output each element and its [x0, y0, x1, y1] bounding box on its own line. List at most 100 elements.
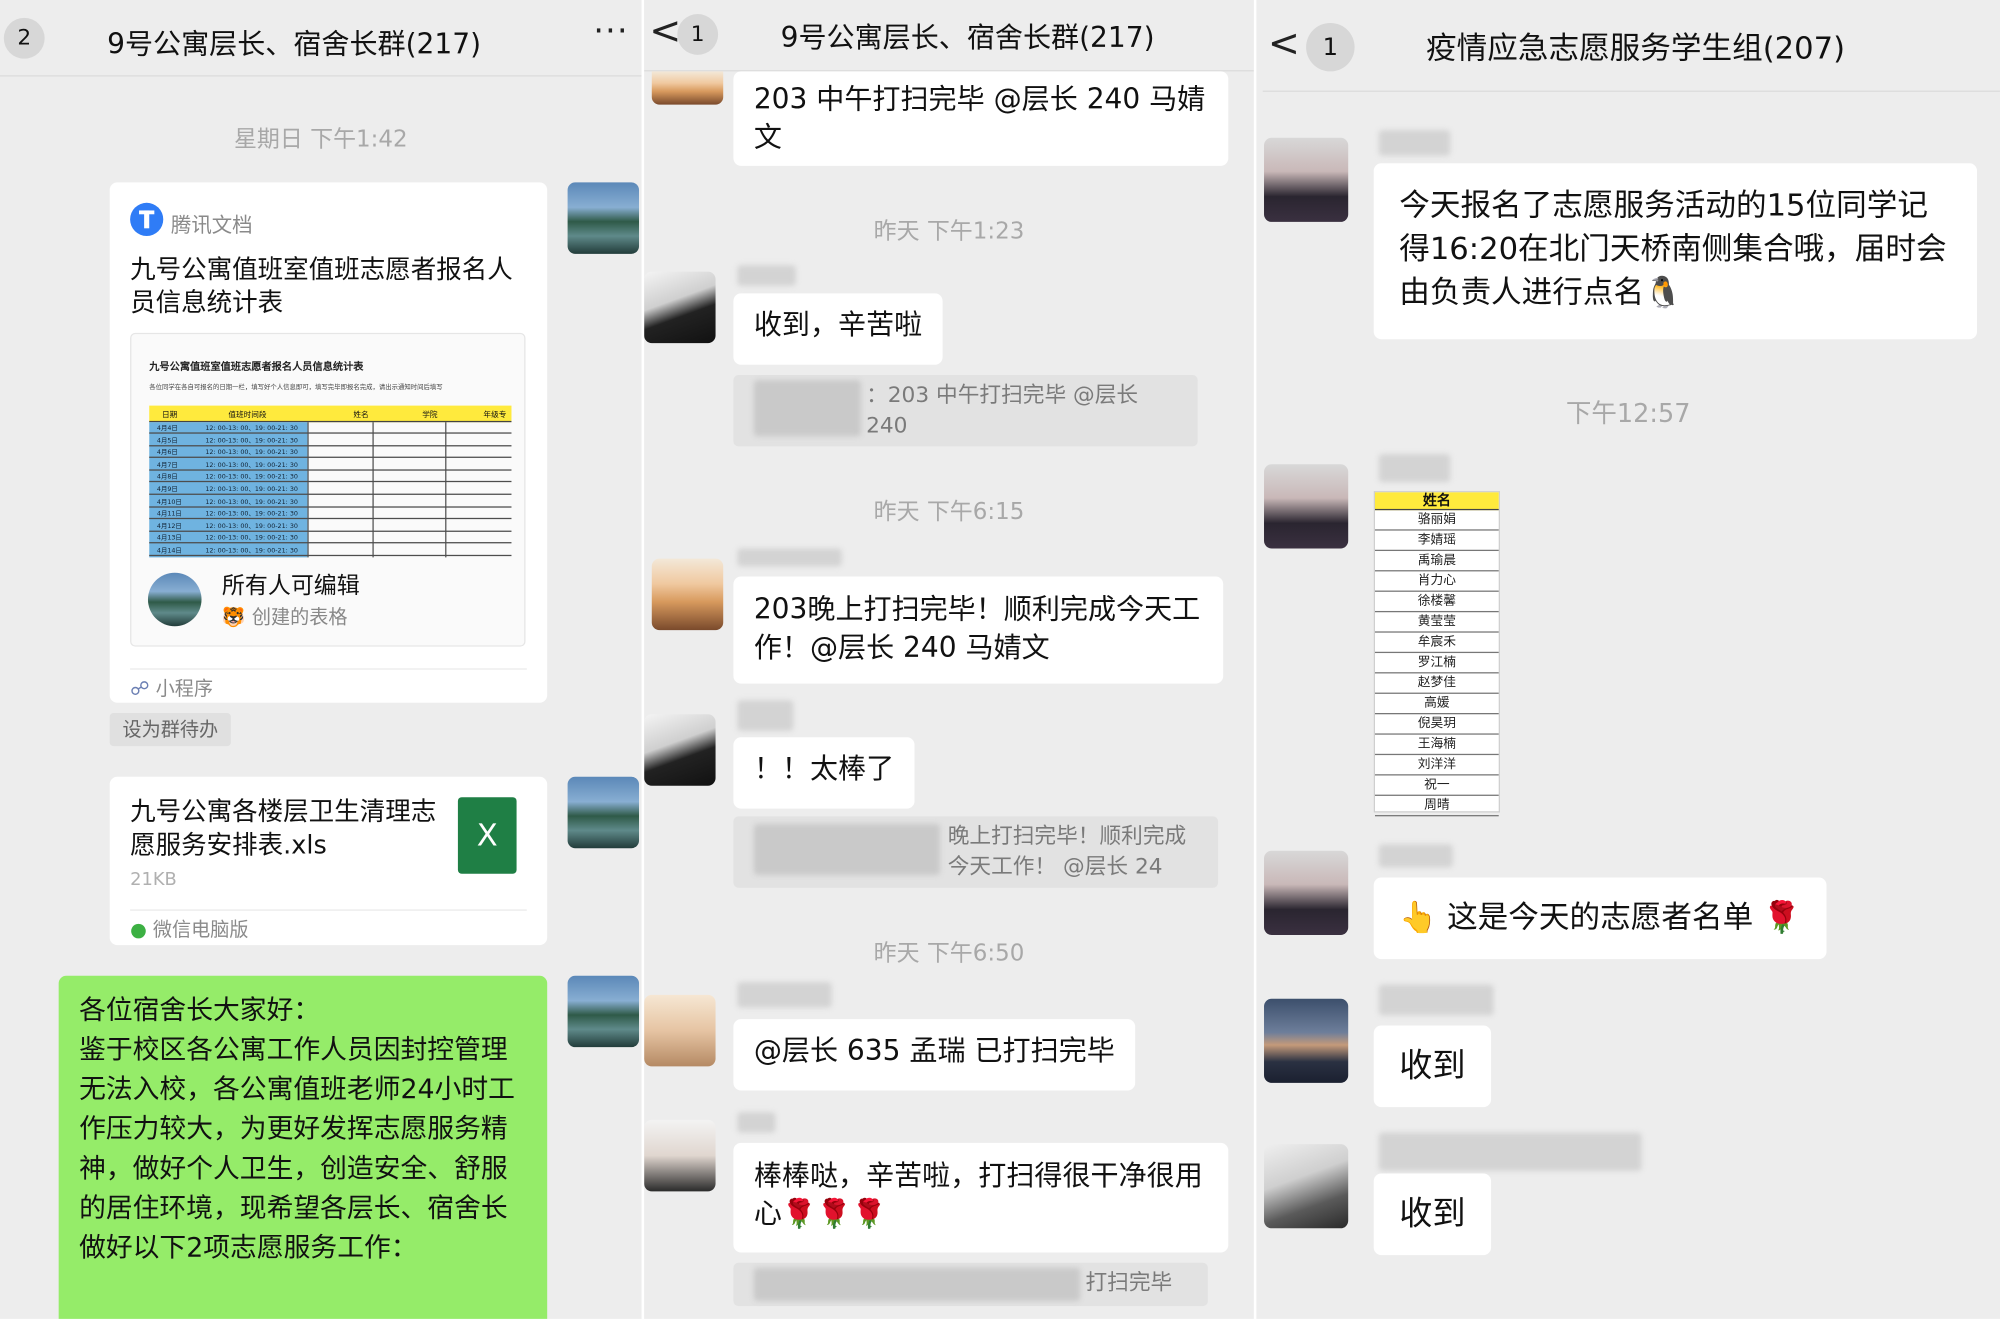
preview-header: 姓名 [353, 410, 369, 420]
member-avatar[interactable] [644, 1119, 716, 1192]
preview-time: 12: 00-13: 00、19: 00-21: 30 [205, 498, 298, 506]
member-avatar[interactable] [1264, 137, 1349, 222]
preview-time: 12: 00-13: 00、19: 00-21: 30 [205, 485, 298, 494]
set-group-todo-button[interactable]: 设为群待办 [109, 713, 231, 747]
more-icon[interactable]: ··· [593, 13, 628, 51]
unread-badge[interactable]: 1 [1306, 22, 1355, 72]
preview-date: 4月10日 [156, 498, 182, 506]
quoted-message[interactable]: ：203 中午打扫完毕 @层长 240 [733, 374, 1198, 447]
chat-panel-1: 2 9号公寓层长、宿舍长群(217) ··· 星期日 下午1:42 腾讯文档 九… [0, 0, 642, 1319]
member-avatar[interactable] [1264, 998, 1349, 1083]
preview-date: 4月6日 [156, 449, 178, 457]
preview-row: 4月13日 12: 00-13: 00、19: 00-21: 30 [149, 532, 512, 544]
back-icon[interactable]: < [1268, 25, 1300, 64]
member-avatar[interactable] [644, 994, 716, 1067]
name-row: 祝一 [1374, 776, 1499, 796]
quoted-text: 晚上打扫完毕！顺利完成今天工作！ @层长 24 [947, 823, 1187, 881]
preview-title: 九号公寓值班室值班志愿者报名人员信息统计表 [149, 360, 364, 373]
source-footer: ● 微信电脑版 [130, 916, 248, 943]
preview-row: 4月5日 12: 00-13: 00、19: 00-21: 30 [149, 434, 512, 446]
preview-header: 学院 [422, 410, 438, 420]
preview-date: 4月13日 [156, 534, 182, 543]
creator-line: 🐯 创建的表格 [222, 603, 348, 630]
preview-header: 年级专 [483, 410, 507, 420]
quoted-message[interactable]: 晚上打扫完毕！顺利完成今天工作！ @层长 24 [733, 816, 1219, 888]
timestamp: 下午12:57 [1565, 397, 1691, 429]
name-row: 周晴 [1374, 796, 1499, 817]
timestamp: 昨天 下午6:15 [873, 498, 1025, 526]
timestamp: 昨天 下午6:50 [873, 940, 1025, 967]
chat-title: 9号公寓层长、宿舍长群(217) [780, 22, 1155, 55]
message-bubble[interactable]: 收到 [1373, 1173, 1492, 1256]
mini-program-label: 小程序 [155, 677, 214, 701]
unread-badge[interactable]: 1 [677, 14, 719, 55]
wechat-icon: ● [130, 918, 147, 942]
member-avatar[interactable] [651, 558, 724, 631]
doc-title: 九号公寓值班室值班志愿者报名人员信息统计表 [130, 253, 513, 318]
timestamp: 昨天 下午1:23 [873, 218, 1025, 245]
member-avatar[interactable] [1264, 850, 1349, 935]
chat-header: < 1 9号公寓层长、宿舍长群(217) [644, 0, 1254, 72]
blurred-sender-name [1378, 844, 1453, 868]
self-avatar[interactable] [567, 776, 640, 849]
preview-time: 12: 00-13: 00、19: 00-21: 30 [205, 449, 298, 457]
preview-row: 4月7日 12: 00-13: 00、19: 00-21: 30 [149, 459, 512, 471]
preview-date: 4月9日 [156, 485, 178, 494]
quoted-message[interactable]: 打扫完毕 [733, 1262, 1208, 1307]
file-size: 21KB [130, 869, 177, 891]
quoted-text: 打扫完毕 [1085, 1270, 1173, 1296]
member-avatar[interactable] [1264, 1144, 1349, 1229]
message-bubble[interactable]: 203 中午打扫完毕 @层长 240 马婧文 [733, 71, 1229, 166]
message-bubble[interactable]: 收到，辛苦啦 [733, 293, 943, 365]
notice-message[interactable]: 各位宿舍长大家好： 鉴于校区各公寓工作人员因封控管理无法入校，各公寓值班老师24… [58, 975, 548, 1319]
message-bubble[interactable]: 203晚上打扫完毕！顺利完成今天工作！@层长 240 马婧文 [733, 576, 1224, 684]
message-bubble[interactable]: 收到 [1373, 1025, 1492, 1108]
preview-date: 4月4日 [156, 424, 178, 433]
member-avatar[interactable] [651, 71, 724, 105]
blurred-quote-name [753, 823, 941, 875]
message-bubble[interactable]: 棒棒哒，辛苦啦，打扫得很干净很用心🌹🌹🌹 [733, 1142, 1229, 1253]
message-bubble[interactable]: 今天报名了志愿服务活动的15位同学记得16:20在北门天桥南侧集合哦，届时会由负… [1373, 163, 1978, 340]
self-avatar[interactable] [567, 975, 640, 1048]
blurred-quote-name [753, 380, 861, 437]
message-bubble[interactable]: 👆 这是今天的志愿者名单 🌹 [1373, 877, 1827, 960]
name-row: 李婧瑶 [1374, 531, 1499, 552]
preview-row: 4月12日 12: 00-13: 00、19: 00-21: 30 [149, 520, 512, 532]
name-row: 倪昊玥 [1374, 714, 1499, 735]
edit-permission: 所有人可编辑 [221, 572, 360, 600]
file-card[interactable]: 九号公寓各楼层卫生清理志愿服务安排表.xls 21KB X ● 微信电脑版 [109, 776, 548, 946]
message-bubble[interactable]: @层长 635 孟瑞 已打扫完毕 [733, 1019, 1136, 1091]
member-avatar[interactable] [644, 271, 716, 344]
name-row: 王海楠 [1374, 735, 1499, 756]
preview-time: 12: 00-13: 00、19: 00-21: 30 [205, 473, 298, 482]
blurred-sender-name [1378, 454, 1451, 483]
tiger-icon: 🐯 [221, 605, 246, 629]
creator-avatar [147, 572, 202, 627]
preview-row: 4月14日 12: 00-13: 00、19: 00-21: 30 [149, 545, 512, 557]
blurred-sender-name [737, 1112, 776, 1133]
volunteer-name-list-image[interactable]: 姓名 骆丽娟 李婧瑶 禹瑜晨 肖力心 徐楼馨 黄莹莹 牟宸禾 罗江楠 赵梦佳 高媛 倪昊玥 王海楠 刘洋… [1373, 491, 1500, 817]
self-avatar[interactable] [567, 182, 640, 254]
preview-row: 4月10日 12: 00-13: 00、19: 00-21: 30 [149, 496, 512, 508]
unread-badge[interactable]: 2 [3, 17, 45, 59]
chat-panel-3: < 1 疫情应急志愿服务学生组(207) 今天报名了志愿服务活动的15位同学记得… [1256, 0, 2000, 1319]
preview-time: 12: 00-13: 00、19: 00-21: 30 [205, 522, 298, 531]
name-row: 徐楼馨 [1374, 592, 1499, 613]
created-label: 创建的表格 [251, 605, 348, 629]
preview-date: 4月8日 [156, 473, 178, 482]
member-avatar[interactable] [644, 714, 716, 786]
quoted-text: ：203 中午打扫完毕 @层长 240 [866, 382, 1139, 439]
preview-time: 12: 00-13: 00、19: 00-21: 30 [205, 424, 298, 433]
chat-panel-2: < 1 9号公寓层长、宿舍长群(217) 203 中午打扫完毕 @层长 240 … [644, 0, 1254, 1319]
preview-row: 4月11日 12: 00-13: 00、19: 00-21: 30 [149, 508, 512, 520]
tencent-doc-card[interactable]: 腾讯文档 九号公寓值班室值班志愿者报名人员信息统计表 九号公寓值班室值班志愿者报… [109, 182, 548, 703]
file-name: 九号公寓各楼层卫生清理志愿服务安排表.xls [130, 795, 437, 860]
preview-header: 值班时间段 [228, 410, 267, 420]
member-avatar[interactable] [1264, 464, 1349, 549]
message-bubble[interactable]: ！！太棒了 [733, 737, 915, 809]
timestamp: 星期日 下午1:42 [233, 126, 408, 154]
blurred-sender-name [737, 982, 832, 1008]
screenshot-collage: 2 9号公寓层长、宿舍长群(217) ··· 星期日 下午1:42 腾讯文档 九… [0, 0, 2000, 1319]
blurred-sender-name [737, 548, 842, 567]
name-row: 骆丽娟 [1374, 510, 1499, 531]
